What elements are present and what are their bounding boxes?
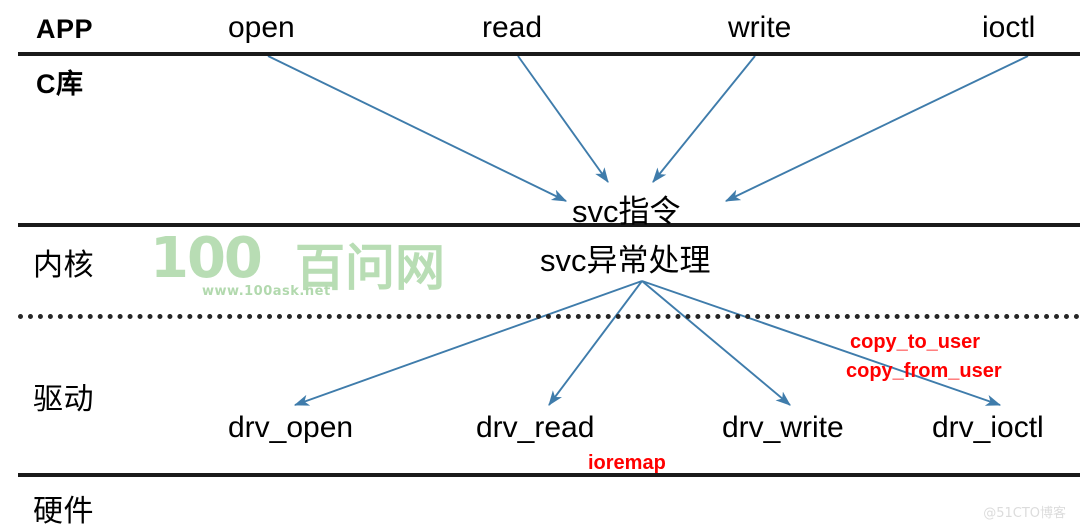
divider-kernel-driver bbox=[18, 314, 1080, 319]
node-read: read bbox=[482, 11, 543, 44]
node-open: open bbox=[228, 11, 295, 44]
layer-label-clib: C库 bbox=[36, 69, 84, 99]
diagram-canvas: 100 百问网 www.100ask.net APP C库 内核 驱动 硬件 o… bbox=[0, 0, 1080, 529]
node-drv-open: drv_open bbox=[228, 411, 354, 444]
layer-label-hardware: 硬件 bbox=[33, 494, 94, 529]
layer-label-app: APP bbox=[36, 14, 94, 44]
node-drv-ioctl: drv_ioctl bbox=[932, 411, 1044, 444]
annotation-copy-from-user: copy_from_user bbox=[846, 360, 1002, 382]
divider-app-clib bbox=[18, 52, 1080, 56]
node-svc-instruction: svc指令 bbox=[572, 194, 681, 229]
watermark-logo-number: 100 bbox=[150, 226, 263, 291]
annotation-copy-to-user: copy_to_user bbox=[850, 331, 981, 353]
watermark-100ask-logo: 100 百问网 www.100ask.net bbox=[150, 226, 510, 299]
arrow-svc-to-drv-open bbox=[293, 280, 643, 406]
watermark-logo-cjk: 百问网 bbox=[295, 239, 445, 297]
layer-label-driver: 驱动 bbox=[33, 382, 94, 417]
node-drv-write: drv_write bbox=[722, 411, 844, 444]
node-drv-read: drv_read bbox=[476, 411, 595, 444]
divider-driver-hardware bbox=[18, 473, 1080, 477]
node-ioctl: ioctl bbox=[982, 11, 1036, 44]
watermark-corner: @51CTO博客 bbox=[983, 506, 1066, 521]
arrow-ioctl-to-svc bbox=[724, 55, 1029, 202]
arrow-open-to-svc bbox=[267, 55, 568, 202]
annotation-ioremap: ioremap bbox=[588, 452, 666, 474]
divider-clib-kernel bbox=[18, 223, 1080, 227]
watermark-url: www.100ask.net bbox=[202, 284, 331, 299]
arrow-write-to-svc bbox=[652, 55, 756, 183]
node-svc-handler: svc异常处理 bbox=[540, 243, 711, 278]
arrow-read-to-svc bbox=[517, 55, 609, 183]
arrow-svc-to-drv-read bbox=[548, 280, 643, 406]
layer-label-kernel: 内核 bbox=[33, 248, 94, 283]
arrow-svc-to-drv-write bbox=[641, 280, 791, 406]
node-write: write bbox=[728, 11, 792, 44]
